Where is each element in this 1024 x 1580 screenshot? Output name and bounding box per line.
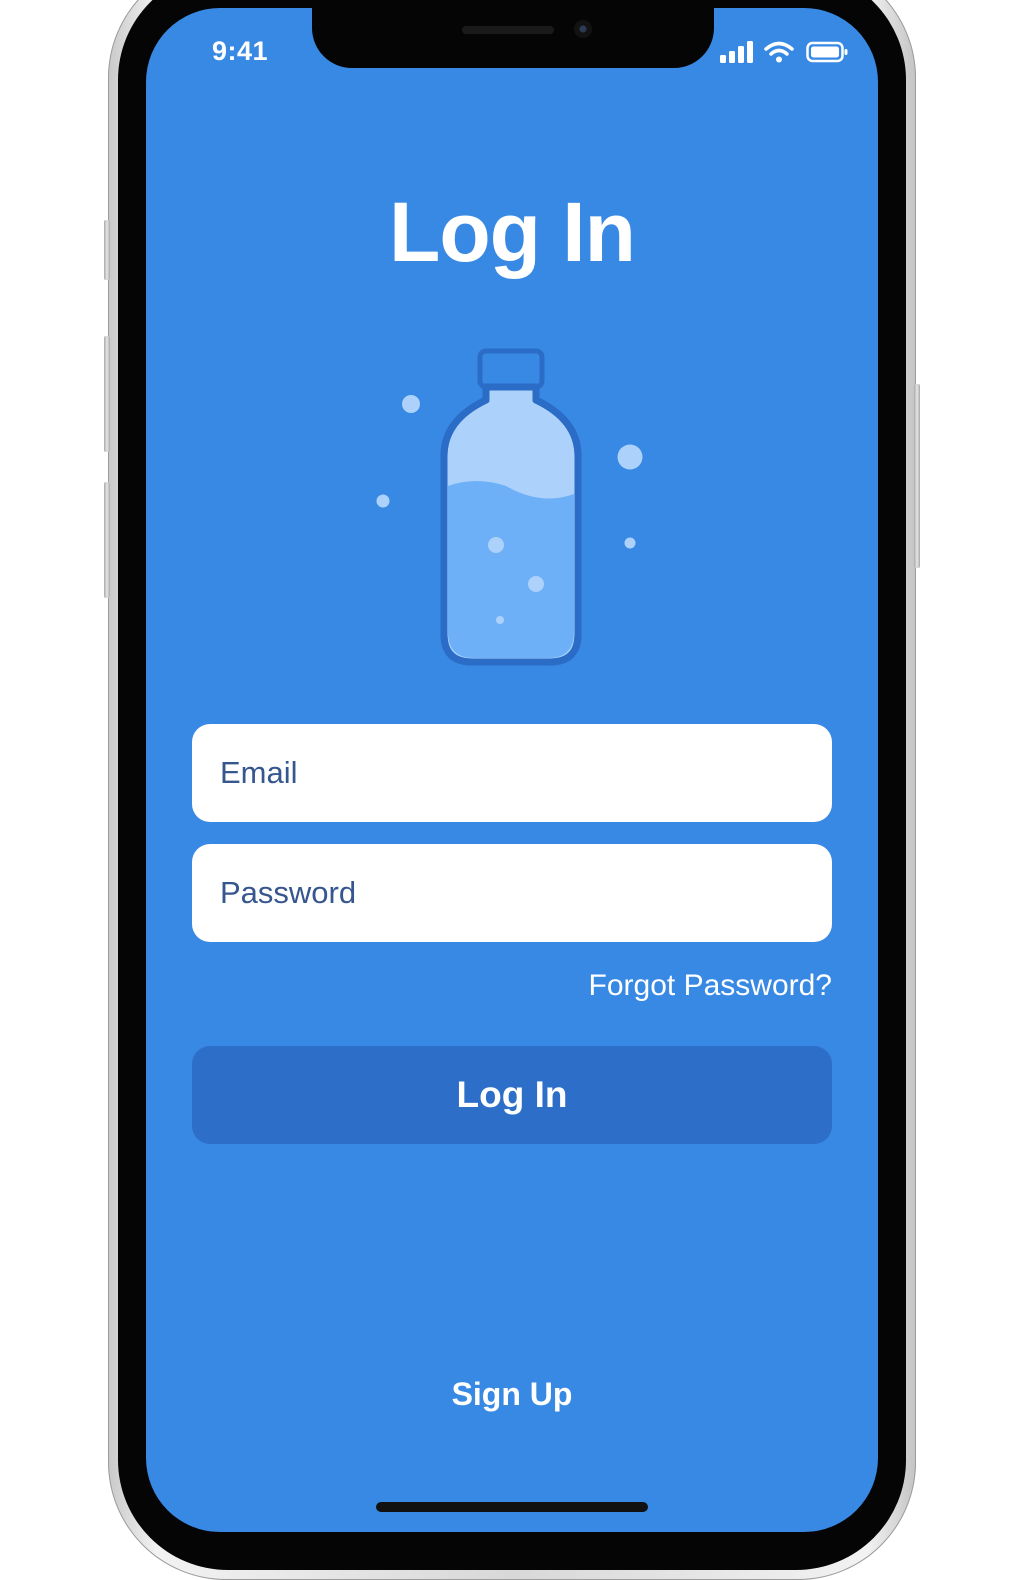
password-field[interactable] [192, 844, 832, 942]
email-field[interactable] [192, 724, 832, 822]
water-bottle-illustration [376, 338, 656, 678]
status-time: 9:41 [212, 36, 269, 66]
forgot-password-link[interactable]: Forgot Password? [589, 969, 832, 1003]
status-icons [720, 40, 848, 64]
action-button [104, 220, 110, 280]
login-button[interactable]: Log In [192, 1046, 832, 1144]
volume-up-button [104, 336, 110, 452]
battery-icon [806, 41, 848, 63]
sign-up-link[interactable]: Sign Up [146, 1376, 878, 1413]
home-indicator[interactable] [376, 1502, 648, 1512]
power-button [914, 384, 920, 568]
camera-notch [312, 8, 714, 68]
volume-down-button [104, 482, 110, 598]
wifi-icon [764, 41, 794, 63]
email-input[interactable] [220, 755, 804, 791]
cellular-signal-icon [720, 41, 753, 63]
password-input[interactable] [220, 875, 804, 911]
water-bottle-icon [376, 348, 643, 666]
app-screen: 9:41 Log In Email Forgot Password? Log I… [146, 8, 878, 1532]
page-title: Log In [389, 185, 636, 279]
